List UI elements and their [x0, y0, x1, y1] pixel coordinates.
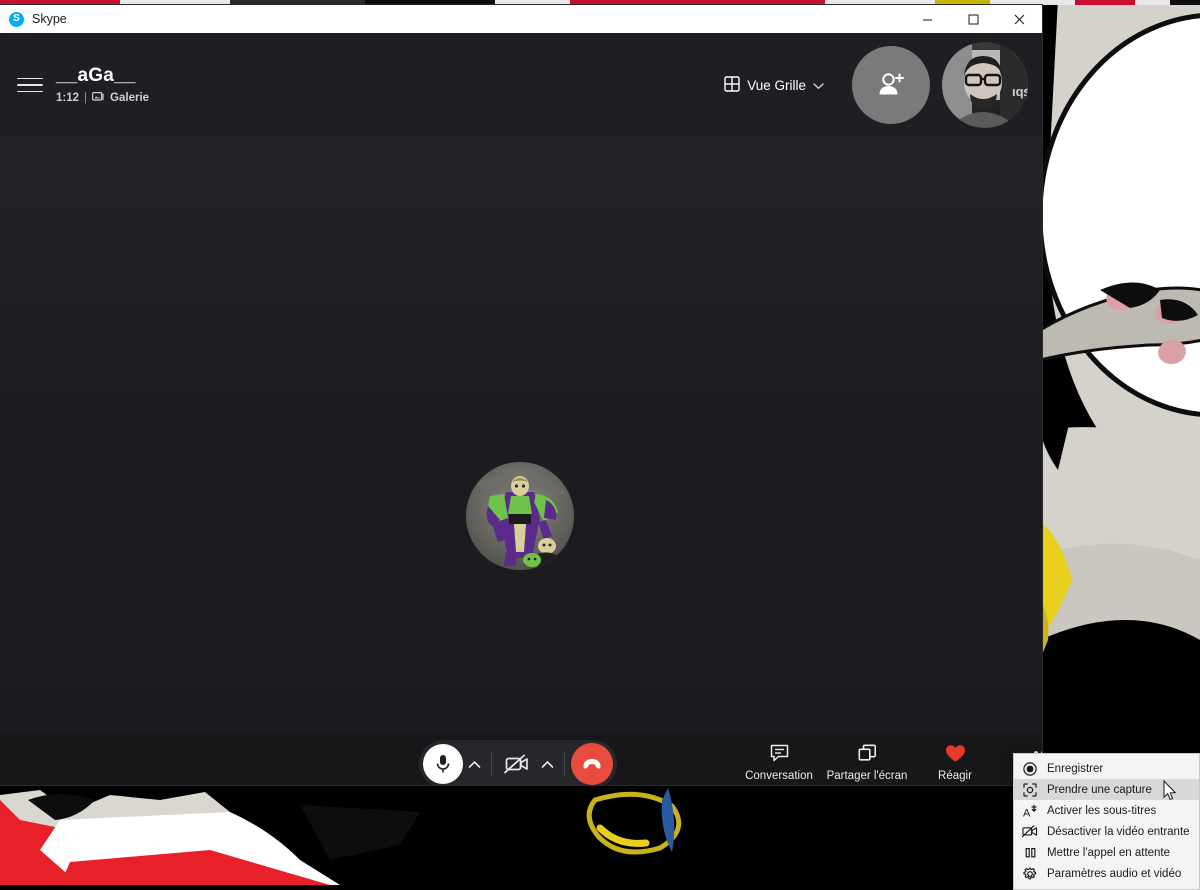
share-screen-button[interactable]: Partager l'écran — [823, 734, 911, 782]
call-subtitle: 1:12 | Galerie — [56, 91, 149, 105]
add-people-button[interactable] — [852, 46, 930, 124]
call-control-bar: Conversation Partager l'écran Réagi — [0, 734, 1042, 785]
subtitle-separator: | — [84, 92, 87, 104]
end-call-icon — [581, 753, 603, 775]
menu-item-label: Paramètres audio et vidéo — [1047, 868, 1181, 880]
secondary-call-controls: Conversation Partager l'écran Réagi — [735, 734, 1042, 785]
menu-item-label: Mettre l'appel en attente — [1047, 847, 1170, 859]
call-header: __aGa__ 1:12 | Galerie — [0, 33, 1042, 137]
record-icon — [1022, 761, 1038, 777]
heart-icon — [945, 743, 966, 763]
camera-options-button[interactable] — [536, 744, 558, 784]
menu-item-label: Enregistrer — [1047, 763, 1103, 775]
page-title: __aGa__ — [56, 65, 149, 87]
view-toggle-label: Vue Grille — [747, 78, 806, 93]
header-right-group: Vue Grille — [714, 42, 1028, 128]
add-person-icon — [874, 68, 908, 102]
snapshot-icon — [1022, 782, 1038, 798]
control-divider — [491, 752, 492, 776]
gear-icon — [1022, 866, 1038, 882]
svg-text:A: A — [1023, 807, 1031, 818]
end-call-button[interactable] — [571, 743, 613, 785]
camera-button[interactable] — [498, 744, 536, 784]
layout-label: Galerie — [110, 92, 149, 104]
wallpaper-top-strip — [1135, 0, 1170, 5]
more-options-menu: Enregistrer Prendre une capture A Active… — [1013, 753, 1200, 890]
svg-text:ıqꜱ: ıqꜱ — [1012, 84, 1028, 99]
participant-figure-avatar — [466, 462, 574, 570]
grid-icon — [724, 76, 740, 95]
menu-item-label: Désactiver la vidéo entrante — [1047, 826, 1190, 838]
microphone-icon — [434, 753, 452, 775]
microphone-options-button[interactable] — [463, 744, 485, 784]
chat-icon — [770, 743, 789, 763]
hamburger-menu-icon[interactable] — [12, 67, 48, 103]
titlebar-left-group: Skype — [0, 12, 904, 27]
pause-icon — [1022, 845, 1038, 861]
call-title-group: __aGa__ 1:12 | Galerie — [56, 65, 149, 105]
captions-icon: A — [1022, 803, 1038, 819]
share-screen-label: Partager l'écran — [827, 770, 908, 782]
wallpaper-top-strip — [1170, 0, 1200, 5]
conversation-button[interactable]: Conversation — [735, 734, 823, 782]
incoming-video-off-icon — [1022, 824, 1038, 840]
minimize-button[interactable] — [904, 5, 950, 33]
user-photo-avatar: ıqꜱ — [942, 42, 1028, 128]
control-divider — [564, 752, 565, 776]
menu-item-captions[interactable]: A Activer les sous-titres — [1014, 800, 1199, 821]
chevron-down-icon — [813, 78, 824, 93]
window-title: Skype — [32, 12, 67, 26]
react-button[interactable]: Réagir — [911, 734, 999, 782]
react-label: Réagir — [938, 770, 972, 782]
menu-item-snapshot[interactable]: Prendre une capture — [1014, 779, 1199, 800]
menu-item-label: Activer les sous-titres — [1047, 805, 1156, 817]
wallpaper-top-strip — [1075, 0, 1135, 5]
skype-window: Skype __aGa__ 1:12 | — [0, 5, 1042, 785]
chevron-up-icon — [468, 760, 481, 769]
menu-item-label: Prendre une capture — [1047, 784, 1152, 796]
menu-item-disable-incoming-video[interactable]: Désactiver la vidéo entrante — [1014, 821, 1199, 842]
participant-avatar[interactable] — [466, 462, 574, 570]
conversation-label: Conversation — [745, 770, 813, 782]
microphone-button[interactable] — [423, 744, 463, 784]
view-toggle-button[interactable]: Vue Grille — [714, 68, 834, 103]
skype-logo-icon — [9, 12, 24, 27]
screen-share-icon — [858, 743, 877, 763]
call-stage: S — [0, 137, 1042, 734]
primary-call-controls — [419, 740, 617, 785]
camera-off-icon — [504, 754, 530, 774]
avatar[interactable]: ıqꜱ — [942, 42, 1028, 128]
call-duration: 1:12 — [56, 92, 79, 104]
chevron-up-icon — [541, 760, 554, 769]
window-titlebar[interactable]: Skype — [0, 5, 1042, 33]
close-button[interactable] — [996, 5, 1042, 33]
gallery-icon — [92, 91, 105, 105]
menu-item-record[interactable]: Enregistrer — [1014, 758, 1199, 779]
menu-item-audio-video-settings[interactable]: Paramètres audio et vidéo — [1014, 863, 1199, 884]
menu-item-hold-call[interactable]: Mettre l'appel en attente — [1014, 842, 1199, 863]
maximize-button[interactable] — [950, 5, 996, 33]
